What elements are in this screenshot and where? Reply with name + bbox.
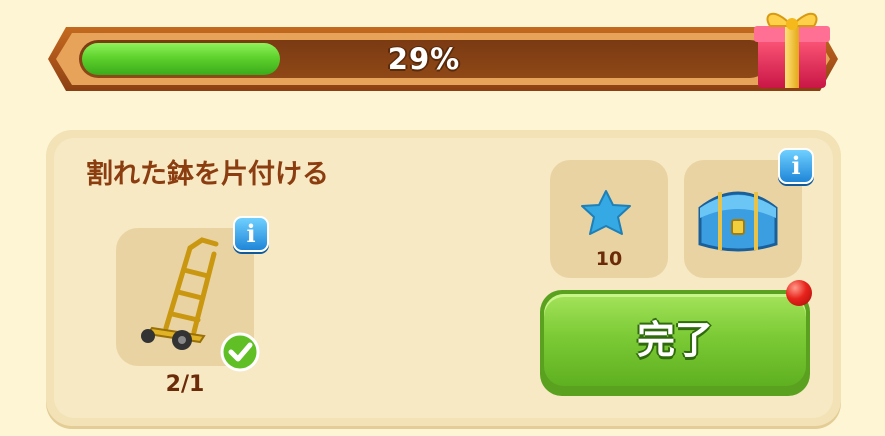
notification-dot (786, 280, 812, 306)
check-icon (220, 332, 260, 372)
progress-percent-label: 29% (387, 42, 461, 76)
treasure-chest-icon (698, 191, 778, 252)
gift-box-icon[interactable] (752, 0, 832, 92)
blue-star-icon (581, 190, 631, 235)
reward-amount: 10 (595, 248, 623, 270)
item-info-button[interactable]: i (233, 216, 269, 252)
reward-info-button[interactable]: i (778, 148, 814, 184)
complete-button-face: 完了 (544, 294, 806, 386)
item-count: 2/1 (165, 372, 205, 397)
complete-button-label: 完了 (636, 318, 713, 362)
complete-button[interactable]: 完了 (540, 290, 810, 396)
task-title: 割れた鉢を片付ける (86, 159, 329, 190)
progress-bar: 29% (79, 40, 769, 78)
